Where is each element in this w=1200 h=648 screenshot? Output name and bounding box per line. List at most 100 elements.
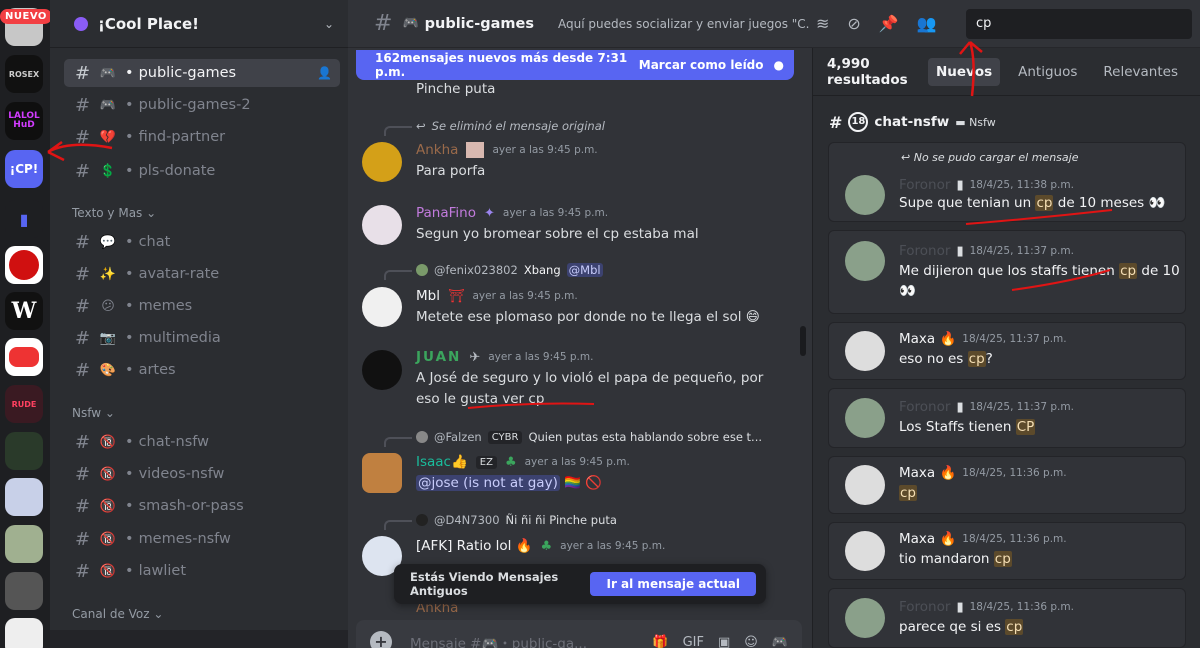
- channel-memes-nsfw[interactable]: # 🔞 • memes-nsfw: [64, 525, 340, 553]
- server-icon-bottom[interactable]: [5, 618, 43, 648]
- username[interactable]: Foronor: [899, 599, 950, 615]
- folder-icon[interactable]: ▮: [5, 200, 43, 238]
- reply-preview[interactable]: @D4N7300 Ñi ñi ñi Pinche puta: [416, 513, 617, 527]
- server-icon-green[interactable]: [5, 432, 43, 470]
- username[interactable]: Mbl: [416, 288, 440, 304]
- gif-icon[interactable]: GIF: [683, 635, 704, 648]
- channel-multimedia[interactable]: # 📷 • multimedia: [64, 324, 340, 352]
- tab-antiguos[interactable]: Antiguos: [1010, 58, 1085, 86]
- user-panel[interactable]: [50, 630, 348, 648]
- add-attachment-icon[interactable]: +: [370, 631, 392, 648]
- username[interactable]: JUAN: [416, 349, 461, 365]
- category-texto[interactable]: Texto y Mas ⌄: [72, 206, 156, 220]
- channel-chat[interactable]: # 💬 • chat: [64, 228, 340, 256]
- message-composer[interactable]: + Mensaje #🎮・public-ga... 🎁 GIF ▣ ☺ 🎮: [356, 620, 802, 648]
- search-result[interactable]: Maxa 🔥 18/4/25, 11:36 p.m. cp: [828, 456, 1186, 514]
- channel-smash-or-pass[interactable]: # 🔞 • smash-or-pass: [64, 492, 340, 520]
- apps-icon[interactable]: 🎮: [772, 635, 788, 648]
- username[interactable]: PanaFino: [416, 205, 476, 221]
- channel-chat-nsfw[interactable]: # 🔞 • chat-nsfw: [64, 428, 340, 456]
- username[interactable]: Maxa 🔥: [899, 531, 956, 547]
- avatar[interactable]: [845, 175, 885, 215]
- server-icon-smile[interactable]: [5, 525, 43, 563]
- scrollbar-thumb[interactable]: [800, 326, 806, 356]
- search-input[interactable]: cp: [966, 9, 1192, 39]
- username[interactable]: Foronor: [899, 243, 950, 259]
- username[interactable]: Maxa 🔥: [899, 465, 956, 481]
- search-result[interactable]: Foronor ▮ 18/4/25, 11:37 p.m. Me dijiero…: [828, 230, 1186, 314]
- server-icon-cool-place[interactable]: ¡CP!: [5, 150, 43, 188]
- channel-topic[interactable]: Aquí puedes socializar y enviar juegos "…: [558, 17, 810, 31]
- channel-avatar-rate[interactable]: # ✨ • avatar-rate: [64, 260, 340, 288]
- pin-icon[interactable]: 📌: [879, 14, 899, 33]
- channel-pls-donate[interactable]: # 💲 • pls-donate: [64, 157, 340, 185]
- jump-to-present-button[interactable]: Ir al mensaje actual: [590, 572, 756, 596]
- avatar[interactable]: [362, 350, 402, 390]
- search-result[interactable]: ↩ No se pudo cargar el mensaje Foronor ▮…: [828, 142, 1186, 222]
- channel-videos-nsfw[interactable]: # 🔞 • videos-nsfw: [64, 460, 340, 488]
- add-user-icon[interactable]: 👤: [317, 66, 332, 80]
- server-icon-red-text[interactable]: RUDE: [5, 385, 43, 423]
- new-messages-banner[interactable]: 162mensajes nuevos más desde 7:31 p.m. M…: [356, 50, 794, 80]
- avatar[interactable]: [362, 142, 402, 182]
- gift-icon[interactable]: 🎁: [652, 635, 668, 648]
- new-badge[interactable]: NUEVO: [0, 9, 50, 24]
- avatar[interactable]: [845, 398, 885, 438]
- reply-preview[interactable]: @fenix023802 Xbang @Mbl: [416, 263, 603, 277]
- guild-tag[interactable]: EZ: [475, 455, 497, 469]
- reply-preview[interactable]: ↩ Se eliminó el mensaje original: [416, 119, 605, 133]
- username[interactable]: Isaac👍: [416, 454, 468, 470]
- channel-memes[interactable]: # 😕 • memes: [64, 292, 340, 320]
- mute-icon[interactable]: ⊘: [847, 14, 860, 33]
- avatar[interactable]: [362, 205, 402, 245]
- avatar[interactable]: [845, 598, 885, 638]
- server-icon-w[interactable]: W: [5, 292, 43, 330]
- members-icon[interactable]: 👥: [917, 14, 937, 33]
- channel-lawliet[interactable]: # 🔞 • lawliet: [64, 557, 340, 585]
- channel-artes[interactable]: # 🎨 • artes: [64, 356, 340, 384]
- server-icon-lalol[interactable]: LALOL HuD: [5, 102, 43, 140]
- banner-text: 162mensajes nuevos más desde 7:31 p.m.: [375, 51, 628, 79]
- avatar[interactable]: [845, 241, 885, 281]
- search-result[interactable]: Foronor ▮ 18/4/25, 11:37 p.m. Los Staffs…: [828, 388, 1186, 448]
- guild-header[interactable]: ¡Cool Place! ⌄: [50, 0, 348, 48]
- avatar[interactable]: [845, 531, 885, 571]
- avatar[interactable]: [362, 287, 402, 327]
- tab-relevantes[interactable]: Relevantes: [1095, 58, 1186, 86]
- server-icon-anime[interactable]: [5, 478, 43, 516]
- username[interactable]: Ankha: [416, 142, 458, 158]
- avatar[interactable]: [845, 331, 885, 371]
- search-result[interactable]: Foronor ▮ 18/4/25, 11:36 p.m. parece qe …: [828, 588, 1186, 648]
- emoji-icon[interactable]: ☺: [744, 635, 758, 648]
- channel-emoji: 🔞: [99, 531, 117, 547]
- username[interactable]: Maxa 🔥: [899, 331, 956, 347]
- username[interactable]: Foronor: [899, 399, 950, 415]
- server-icon-rosex[interactable]: ROSEX: [5, 55, 43, 93]
- threads-icon[interactable]: ≋: [816, 14, 829, 33]
- search-result[interactable]: Maxa 🔥 18/4/25, 11:37 p.m. eso no es cp?: [828, 322, 1186, 380]
- channel-label: find-partner: [138, 129, 226, 145]
- server-icon-face[interactable]: [5, 338, 43, 376]
- server-icon-red[interactable]: [5, 246, 43, 284]
- timestamp: ayer a las 9:45 p.m.: [560, 540, 666, 552]
- category-nsfw[interactable]: Nsfw ⌄: [72, 406, 115, 420]
- search-result[interactable]: Maxa 🔥 18/4/25, 11:36 p.m. tio mandaron …: [828, 522, 1186, 580]
- result-channel-header[interactable]: # 18 chat-nsfw ▬ Nsfw: [829, 112, 996, 132]
- server-icon-gray[interactable]: [5, 572, 43, 610]
- channel-find-partner[interactable]: # 💔 • find-partner: [64, 123, 340, 151]
- timestamp: 18/4/25, 11:37 p.m.: [969, 245, 1074, 257]
- mark-read-button[interactable]: Marcar como leído: [639, 58, 764, 72]
- message-input[interactable]: Mensaje #🎮・public-ga...: [410, 632, 652, 648]
- tab-nuevos[interactable]: Nuevos: [927, 57, 1001, 86]
- avatar[interactable]: [845, 465, 885, 505]
- channel-public-games[interactable]: # 🎮 • public-games 👤: [64, 59, 340, 87]
- sticker-icon[interactable]: ▣: [718, 635, 730, 648]
- user-mention[interactable]: @jose (is not at gay): [416, 475, 560, 491]
- channel-public-games-2[interactable]: # 🎮 • public-games-2: [64, 91, 340, 119]
- channel-emoji: 🔞: [99, 466, 117, 482]
- reply-preview[interactable]: @Falzen CYBR Quien putas esta hablando s…: [416, 430, 762, 444]
- username[interactable]: Foronor: [899, 177, 950, 193]
- category-voz[interactable]: Canal de Voz ⌄: [72, 607, 163, 621]
- mark-read-icon[interactable]: ●: [774, 58, 784, 72]
- avatar[interactable]: [362, 453, 402, 493]
